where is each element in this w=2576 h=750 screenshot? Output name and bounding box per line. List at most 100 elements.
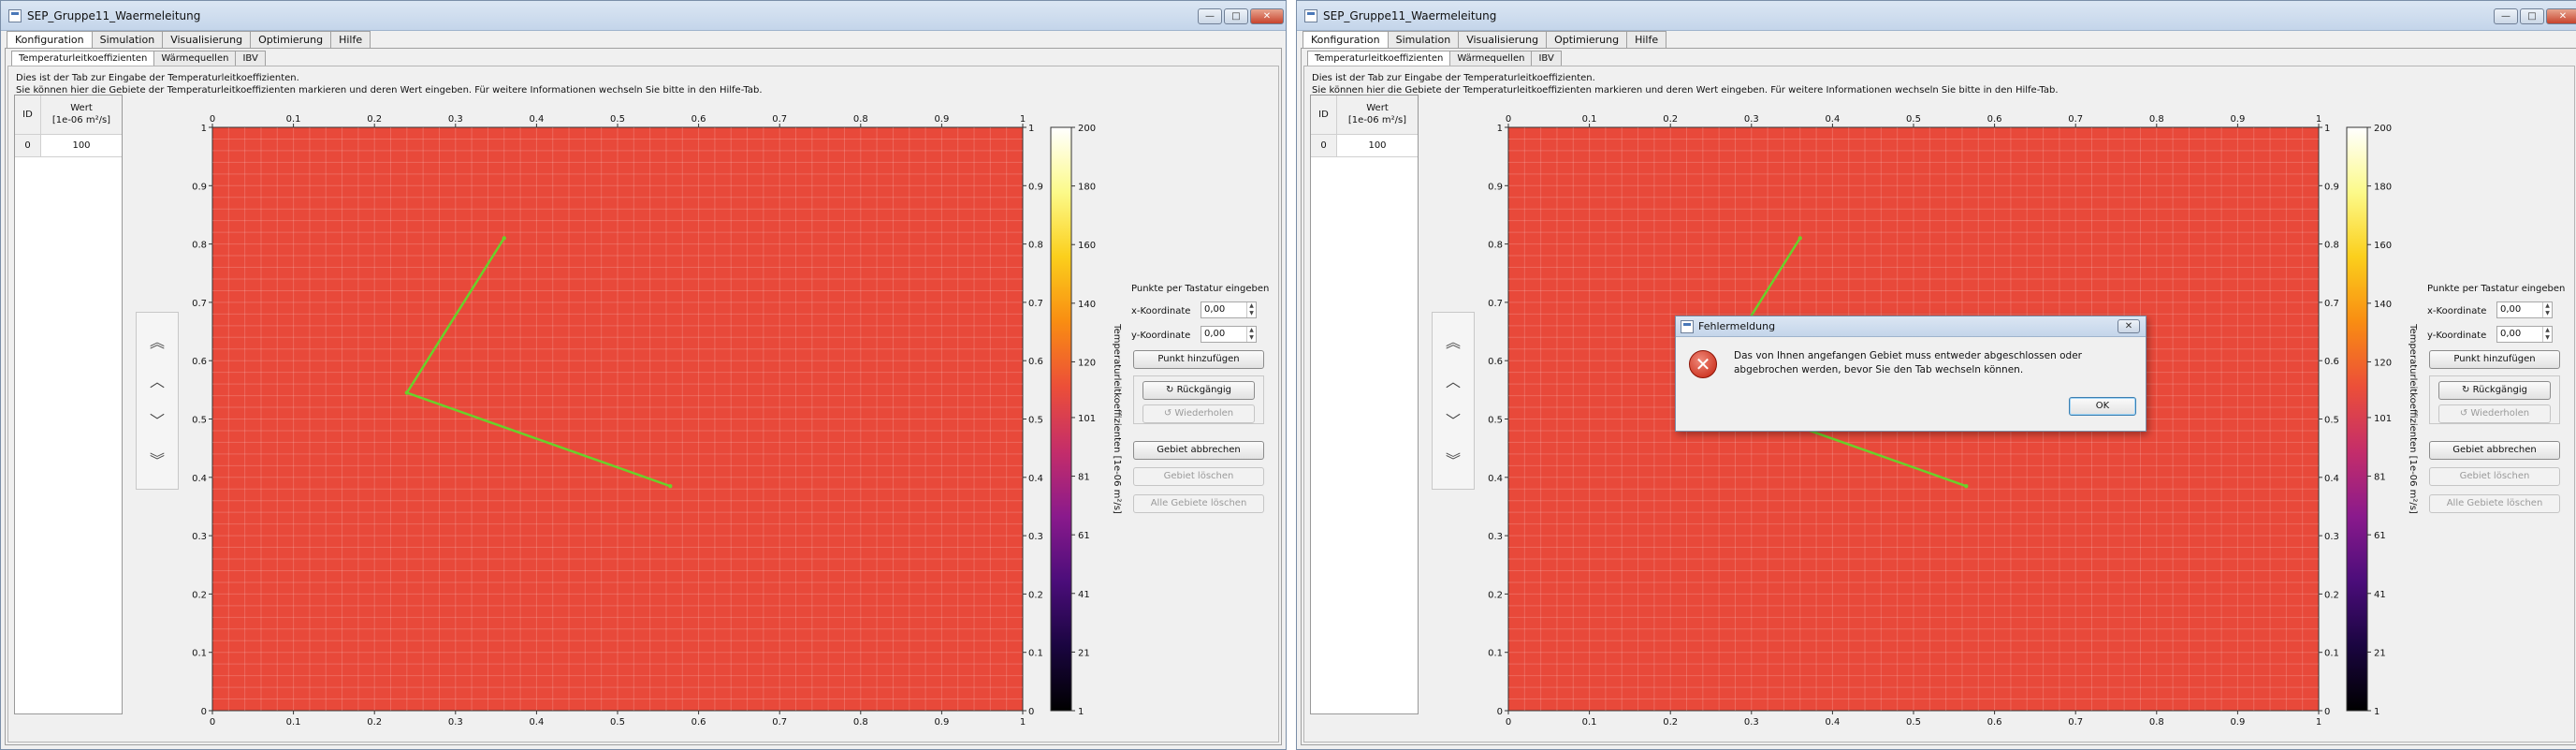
minimize-button[interactable]: —: [1198, 8, 1222, 24]
subtab-0[interactable]: Temperaturleitkoeffizienten: [1307, 51, 1451, 66]
x-coordinate-field[interactable]: 0,00 ▲ ▼: [1201, 301, 1257, 318]
subtab-1[interactable]: Wärmequellen: [153, 51, 237, 66]
x-tick-label: 0.1: [286, 717, 301, 728]
y-tick-label-right: 0.3: [2324, 532, 2339, 542]
subtab-0[interactable]: Temperaturleitkoeffizienten: [11, 51, 155, 66]
x-tick-label: 0.8: [853, 717, 868, 728]
spin-arrows-icon[interactable]: ▲ ▼: [2542, 302, 2552, 317]
y-tick-label: 0: [1497, 707, 1503, 717]
error-dialog: Fehlermeldung ✕ ✕ Das von Ihnen angefangen …: [1675, 316, 2147, 432]
close-button[interactable]: ✕: [2546, 8, 2576, 24]
delete-all-areas-button[interactable]: Alle Gebiete löschen: [2429, 494, 2560, 513]
y-tick-label-right: 0.3: [1028, 532, 1043, 542]
minimize-button[interactable]: —: [2494, 8, 2518, 24]
tab-hilfe[interactable]: Hilfe: [1626, 31, 1667, 48]
tab-optimierung[interactable]: Optimierung: [250, 31, 332, 48]
colorbar: [1050, 126, 1072, 712]
spin-arrows-icon[interactable]: ▲ ▼: [1246, 327, 1256, 342]
y-coordinate-field[interactable]: 0,00 ▲ ▼: [1201, 326, 1257, 343]
main-tabs: Konfiguration Simulation Visualisierung Opt…: [1303, 31, 1667, 49]
undo-button[interactable]: ↻ Rückgängig: [2438, 381, 2551, 400]
x-tick-label-top: 0.6: [1987, 114, 2002, 125]
ok-button[interactable]: OK: [2069, 397, 2136, 416]
dialog-app-icon: [1681, 320, 1694, 333]
maximize-button[interactable]: □: [2520, 8, 2544, 24]
y-coordinate-field[interactable]: 0,00 ▲ ▼: [2496, 326, 2553, 343]
x-tick-label-top: 0: [210, 114, 215, 125]
y-tick-label: 0.2: [1488, 590, 1503, 600]
polyline-vertex: [1797, 236, 1802, 241]
undo-label: Rückgängig: [2472, 385, 2527, 395]
subtab-2[interactable]: IBV: [1531, 51, 1562, 66]
y-tick-label: 0.5: [192, 416, 207, 426]
x-tick-label-top: 0.5: [610, 114, 625, 125]
x-tick-label: 0.4: [1825, 717, 1840, 728]
dialog-title-bar: Fehlermeldung ✕: [1676, 316, 2146, 337]
x-tick-label-top: 1: [2316, 114, 2321, 125]
dialog-message-line-2: abgebrochen werden, bevor Sie den Tab we…: [1734, 364, 2024, 375]
x-tick-label: 0.6: [691, 717, 706, 728]
x-tick-label: 1: [1020, 717, 1026, 728]
colorbar-tick-label: 180: [2374, 183, 2392, 193]
subtab-2[interactable]: IBV: [235, 51, 266, 66]
cancel-area-button[interactable]: Gebiet abbrechen: [1133, 441, 1264, 460]
y-tick-label-right: 0.4: [2324, 474, 2339, 484]
tab-konfiguration[interactable]: Konfiguration: [1303, 31, 1389, 49]
add-point-button[interactable]: Punkt hinzufügen: [2429, 350, 2560, 369]
tab-hilfe[interactable]: Hilfe: [330, 31, 371, 48]
y-tick-label: 0.9: [192, 182, 207, 192]
y-tick-label-right: 0.4: [1028, 474, 1043, 484]
y-coordinate-label: y-Koordinate: [2427, 331, 2487, 341]
polyline-vertex: [1964, 483, 1969, 489]
tab-simulation[interactable]: Simulation: [1387, 31, 1460, 48]
redo-button[interactable]: ↺ Wiederholen: [2438, 404, 2551, 423]
spin-arrows-icon[interactable]: ▲ ▼: [1246, 302, 1256, 317]
coefficient-plot[interactable]: 000.10.10.20.20.30.30.40.40.50.50.60.60.…: [8, 66, 1225, 750]
x-tick-label-top: 0.6: [691, 114, 706, 125]
tab-konfiguration[interactable]: Konfiguration: [7, 31, 93, 49]
y-coordinate-label: y-Koordinate: [1131, 331, 1191, 341]
undo-button[interactable]: ↻ Rückgängig: [1142, 381, 1255, 400]
dialog-title: Fehlermeldung: [1698, 320, 1776, 332]
x-tick-label-top: 1: [1020, 114, 1026, 125]
y-tick-label-right: 0.2: [2324, 590, 2339, 600]
colorbar-tick-label: 200: [1078, 124, 1096, 134]
y-tick-label-right: 1: [2324, 124, 2330, 134]
colorbar-tick-label: 41: [1078, 590, 1090, 600]
title-bar: SEP_Gruppe11_Waermeleitung — □ ✕: [1, 1, 1286, 31]
colorbar-tick-label: 1: [1078, 707, 1084, 717]
x-tick-label: 0.7: [2068, 717, 2083, 728]
x-tick-label-top: 0.3: [448, 114, 463, 125]
dialog-close-button[interactable]: ✕: [2118, 319, 2140, 333]
y-coordinate-value: 0,00: [1204, 329, 1226, 339]
redo-button[interactable]: ↺ Wiederholen: [1142, 404, 1255, 423]
x-coordinate-field[interactable]: 0,00 ▲ ▼: [2496, 301, 2553, 318]
maximize-button[interactable]: □: [1224, 8, 1248, 24]
x-tick-label: 0.2: [367, 717, 382, 728]
x-tick-label-top: 0.7: [772, 114, 787, 125]
add-point-button[interactable]: Punkt hinzufügen: [1133, 350, 1264, 369]
delete-all-areas-button[interactable]: Alle Gebiete löschen: [1133, 494, 1264, 513]
colorbar-tick-label: 120: [1078, 358, 1096, 368]
delete-area-button[interactable]: Gebiet löschen: [2429, 467, 2560, 486]
x-tick-label-top: 0.9: [2230, 114, 2245, 125]
y-tick-label-right: 0: [2324, 707, 2330, 717]
tab-visualisierung[interactable]: Visualisierung: [162, 31, 252, 48]
tab-optimierung[interactable]: Optimierung: [1546, 31, 1628, 48]
tab-simulation[interactable]: Simulation: [91, 31, 164, 48]
y-tick-label-right: 0: [1028, 707, 1034, 717]
y-tick-label: 0.5: [1488, 416, 1503, 426]
x-coordinate-value: 0,00: [1204, 304, 1226, 315]
x-tick-label: 0.3: [448, 717, 463, 728]
colorbar-tick-label: 61: [1078, 531, 1090, 541]
close-button[interactable]: ✕: [1250, 8, 1284, 24]
cancel-area-button[interactable]: Gebiet abbrechen: [2429, 441, 2560, 460]
delete-area-button[interactable]: Gebiet löschen: [1133, 467, 1264, 486]
spin-arrows-icon[interactable]: ▲ ▼: [2542, 327, 2552, 342]
y-tick-label: 0.1: [1488, 649, 1503, 659]
x-tick-label-top: 0.8: [853, 114, 868, 125]
x-tick-label: 0.7: [772, 717, 787, 728]
tab-visualisierung[interactable]: Visualisierung: [1458, 31, 1548, 48]
subtab-1[interactable]: Wärmequellen: [1449, 51, 1533, 66]
x-tick-label: 0.1: [1582, 717, 1597, 728]
